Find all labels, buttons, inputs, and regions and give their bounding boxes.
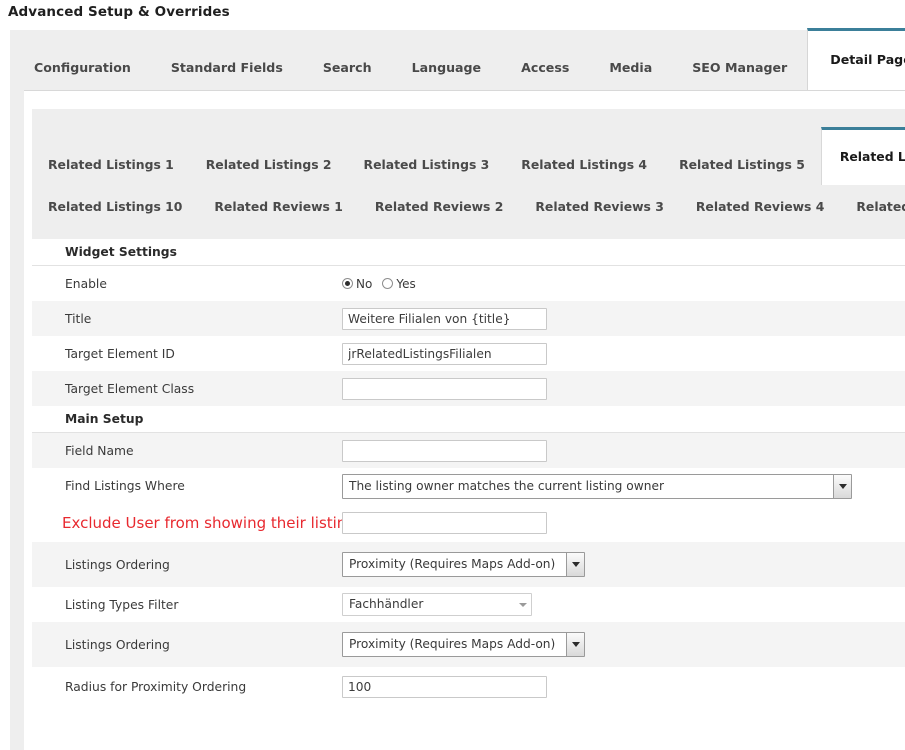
listings-ordering-1-select[interactable]: Proximity (Requires Maps Add-on) (342, 552, 585, 577)
tab-related-listings-2[interactable]: Related Listings 2 (190, 145, 348, 185)
label-listings-ordering-2: Listings Ordering (65, 637, 170, 652)
field-name-input[interactable] (342, 439, 547, 462)
label-listing-types-filter: Listing Types Filter (65, 597, 179, 612)
tab-standard-fields[interactable]: Standard Fields (151, 46, 303, 90)
form-row-listings-ordering-1: Listings Ordering Proximity (Requires Ma… (32, 542, 905, 587)
radio-label-no: No (356, 276, 373, 291)
title-input[interactable] (342, 307, 547, 330)
detail-page-widgets-panel: Related Listings 1 Related Listings 2 Re… (24, 90, 905, 750)
tab-access[interactable]: Access (501, 46, 589, 90)
listing-types-filter-select[interactable]: Fachhändler (342, 593, 532, 616)
form-row-enable: Enable No Yes (32, 266, 905, 301)
form-row-field-name: Field Name (32, 433, 905, 468)
label-title: Title (65, 311, 92, 326)
secondary-tab-row-2: Related Listings 10 Related Reviews 1 Re… (32, 187, 905, 227)
find-listings-where-select[interactable]: The listing owner matches the current li… (342, 473, 852, 499)
label-enable: Enable (65, 276, 107, 291)
form-row-radius: Radius for Proximity Ordering (32, 667, 905, 707)
exclude-user-input[interactable] (342, 512, 547, 534)
radio-dot-yes-icon (382, 278, 394, 289)
tab-media[interactable]: Media (589, 46, 672, 90)
chevron-down-icon (515, 602, 531, 607)
form-row-title: Title (32, 301, 905, 336)
tab-related-reviews-5[interactable]: Related Reviews 5 (840, 187, 905, 227)
chevron-down-icon (566, 553, 584, 576)
radio-enable-yes[interactable]: Yes (382, 276, 416, 291)
tab-search[interactable]: Search (303, 46, 392, 90)
tab-configuration[interactable]: Configuration (14, 46, 151, 90)
secondary-tab-row-1: Related Listings 1 Related Listings 2 Re… (32, 127, 905, 185)
app-window: Advanced Setup & Overrides Configuration… (0, 0, 905, 750)
form-row-exclude-user: Exclude User from showing their listings (32, 504, 905, 542)
tab-related-reviews-1[interactable]: Related Reviews 1 (198, 187, 359, 227)
tab-related-listings-1[interactable]: Related Listings 1 (32, 145, 190, 185)
listings-ordering-2-value: Proximity (Requires Maps Add-on) (349, 637, 556, 651)
listings-ordering-1-value: Proximity (Requires Maps Add-on) (349, 557, 556, 571)
primary-tab-bar: Configuration Standard Fields Search Lan… (14, 28, 905, 90)
target-element-id-input[interactable] (342, 342, 547, 365)
find-listings-where-value: The listing owner matches the current li… (349, 478, 664, 493)
tab-related-listings-4[interactable]: Related Listings 4 (505, 145, 663, 185)
chevron-down-icon (566, 633, 584, 656)
page-title: Advanced Setup & Overrides (8, 4, 230, 20)
tab-related-reviews-2[interactable]: Related Reviews 2 (359, 187, 520, 227)
tab-related-listings-3[interactable]: Related Listings 3 (348, 145, 506, 185)
secondary-tab-bar: Related Listings 1 Related Listings 2 Re… (32, 109, 905, 239)
tab-detail-page-widgets[interactable]: Detail Page Widgets (807, 28, 905, 90)
listings-ordering-2-select[interactable]: Proximity (Requires Maps Add-on) (342, 632, 585, 657)
label-radius: Radius for Proximity Ordering (65, 680, 247, 694)
form-row-listing-types-filter: Listing Types Filter Fachhändler (32, 587, 905, 622)
form-row-find-listings-where: Find Listings Where The listing owner ma… (32, 468, 905, 504)
label-find-listings-where: Find Listings Where (65, 479, 185, 493)
section-header-widget-settings: Widget Settings (32, 239, 905, 266)
radius-input[interactable] (342, 676, 547, 698)
radio-dot-no-icon (342, 278, 353, 289)
chevron-down-icon (833, 474, 851, 498)
tab-seo-manager[interactable]: SEO Manager (672, 46, 807, 90)
radio-label-yes: Yes (396, 276, 416, 291)
label-target-element-id: Target Element ID (65, 346, 175, 361)
form-row-listings-ordering-2: Listings Ordering Proximity (Requires Ma… (32, 622, 905, 667)
form-row-target-element-class: Target Element Class (32, 371, 905, 406)
section-header-main-setup: Main Setup (32, 406, 905, 433)
form-row-target-element-id: Target Element ID (32, 336, 905, 371)
tab-language[interactable]: Language (392, 46, 502, 90)
tab-related-listings-5[interactable]: Related Listings 5 (663, 145, 821, 185)
label-target-element-class: Target Element Class (65, 381, 195, 396)
widget-settings-form: Widget Settings Enable No Yes Title Weit… (32, 239, 905, 707)
tab-related-reviews-3[interactable]: Related Reviews 3 (519, 187, 680, 227)
enable-radio-group[interactable]: No Yes (342, 277, 905, 291)
label-listings-ordering-1: Listings Ordering (65, 557, 170, 572)
label-exclude-user: Exclude User from showing their listings (62, 514, 364, 532)
target-element-class-input[interactable] (342, 377, 547, 400)
tab-related-listings-6[interactable]: Related Listings 6 (820, 127, 905, 185)
radio-enable-no[interactable]: No (342, 277, 372, 291)
tab-related-listings-10[interactable]: Related Listings 10 (32, 187, 198, 227)
tab-related-reviews-4[interactable]: Related Reviews 4 (680, 187, 841, 227)
label-field-name: Field Name (65, 443, 134, 458)
listing-types-filter-value: Fachhändler (349, 597, 424, 611)
